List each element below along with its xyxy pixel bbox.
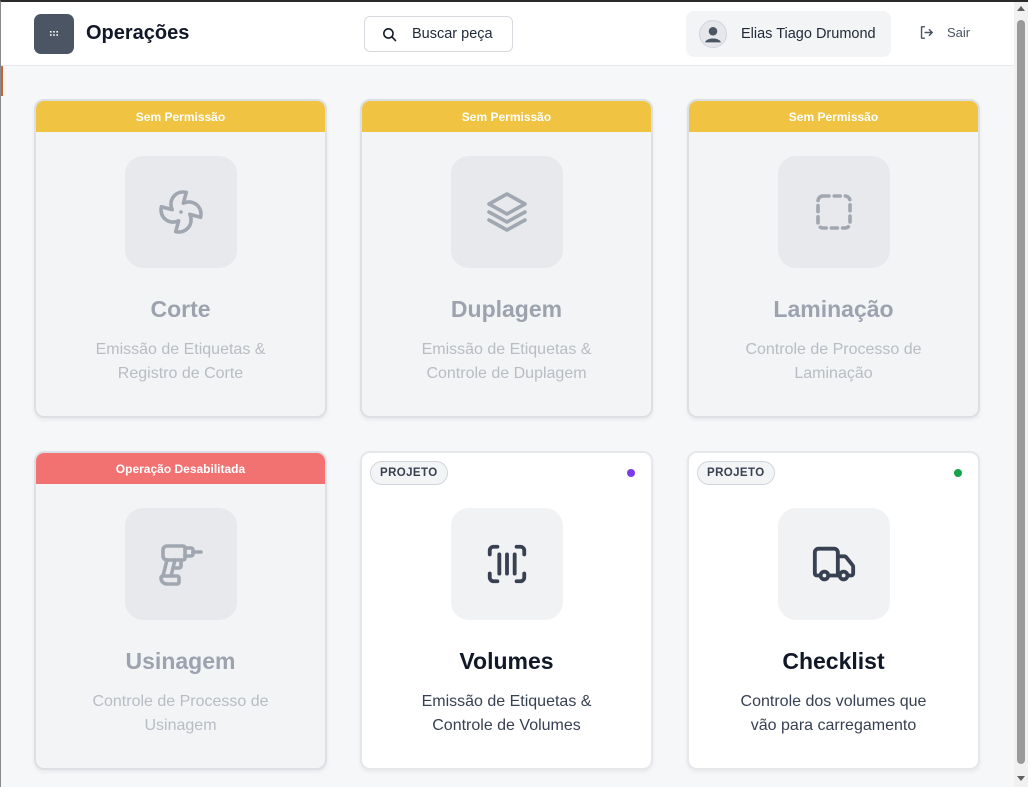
card-description: Emissão de Etiquetas & Controle de Dupla… <box>402 338 611 386</box>
status-dot <box>627 469 635 477</box>
search-button[interactable]: Buscar peça <box>364 16 513 52</box>
logout-icon <box>920 26 933 39</box>
page-title: Operações <box>86 22 190 44</box>
card-description: Emissão de Etiquetas & Registro de Corte <box>76 338 285 386</box>
card-description-line: Laminação <box>794 365 873 382</box>
card-usinagem[interactable]: Operação Desabilitada Usinagem Controle … <box>34 451 327 770</box>
user-profile[interactable]: Elias Tiago Drumond <box>686 11 891 57</box>
card-description-line: Emissão de Etiquetas & <box>421 693 592 710</box>
operation-disabled-banner: Operação Desabilitada <box>36 453 325 484</box>
card-description-line: Emissão de Etiquetas & <box>421 341 592 358</box>
card-description: Controle de Processo de Laminação <box>729 338 938 386</box>
card-title: Duplagem <box>450 296 563 322</box>
card-icon-tile <box>450 156 563 268</box>
card-description-line: Controle de Duplagem <box>426 365 587 382</box>
card-title: Laminação <box>773 296 894 322</box>
top-header: Operações Buscar peça Elias Tiago Drumon… <box>0 0 1014 66</box>
card-icon-tile <box>777 508 890 620</box>
card-volumes[interactable]: PROJETO Volumes Emissão de Etiquetas & C… <box>360 451 653 770</box>
card-laminacao[interactable]: Sem Permissão Laminação Controle de Proc… <box>687 99 980 418</box>
card-description: Controle de Processo de Usinagem <box>76 690 285 738</box>
no-permission-banner: Sem Permissão <box>362 101 651 132</box>
layers-icon <box>486 192 527 232</box>
vertical-scrollbar[interactable] <box>1014 2 1028 787</box>
card-description-line: Controle de Processo de <box>92 693 269 710</box>
card-title: Checklist <box>782 648 885 674</box>
card-description: Controle dos volumes que vão para carreg… <box>729 690 938 738</box>
logout-button[interactable]: Sair <box>918 24 970 41</box>
card-icon-tile <box>450 508 563 620</box>
card-icon-tile <box>124 508 237 620</box>
status-dot <box>954 469 962 477</box>
background-window-edge <box>0 66 3 96</box>
truck-icon <box>812 546 855 582</box>
card-title: Volumes <box>459 648 554 674</box>
scroll-down-arrow-icon[interactable] <box>1017 776 1025 781</box>
card-description-line: Registro de Corte <box>117 365 244 382</box>
search-button-label: Buscar peça <box>412 26 493 42</box>
app-logo[interactable] <box>34 14 74 54</box>
card-description: Emissão de Etiquetas & Controle de Volum… <box>402 690 611 738</box>
scroll-up-arrow-icon[interactable] <box>1017 6 1025 11</box>
no-permission-banner: Sem Permissão <box>689 101 978 132</box>
card-title: Corte <box>150 296 211 322</box>
barcode-scan-icon <box>487 544 526 584</box>
drill-icon <box>158 544 203 586</box>
fan-icon <box>158 190 203 234</box>
card-description-line: Emissão de Etiquetas & <box>95 341 266 358</box>
user-name: Elias Tiago Drumond <box>741 26 876 42</box>
card-description-line: Controle dos volumes que <box>740 693 927 710</box>
search-icon <box>383 27 397 41</box>
card-icon-tile <box>777 156 890 268</box>
grid-dots-icon <box>50 31 58 36</box>
card-description-line: Usinagem <box>144 717 217 734</box>
user-icon <box>705 26 721 43</box>
project-badge: PROJETO <box>370 461 448 485</box>
card-corte[interactable]: Sem Permissão Corte Emissão de Etiquetas… <box>34 99 327 418</box>
card-description-line: vão para carregamento <box>750 717 917 734</box>
card-description-line: Controle de Processo de <box>745 341 922 358</box>
scroll-thumb[interactable] <box>1017 20 1025 764</box>
no-permission-banner: Sem Permissão <box>36 101 325 132</box>
card-title: Usinagem <box>125 648 236 674</box>
card-checklist[interactable]: PROJETO Checklist Controle dos volumes q… <box>687 451 980 770</box>
logout-label: Sair <box>947 25 971 40</box>
card-description-line: Controle de Volumes <box>432 717 581 734</box>
card-icon-tile <box>124 156 237 268</box>
avatar <box>699 20 727 48</box>
card-duplagem[interactable]: Sem Permissão Duplagem Emissão de Etique… <box>360 99 653 418</box>
dashed-square-icon <box>815 194 852 230</box>
project-badge: PROJETO <box>697 461 775 485</box>
